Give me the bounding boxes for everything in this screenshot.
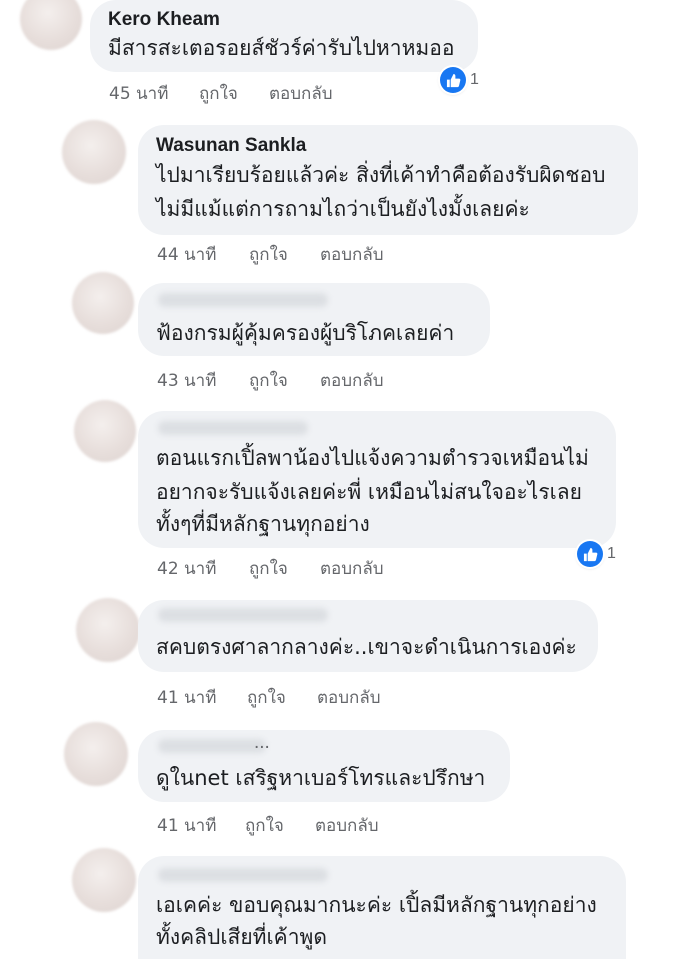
like-button[interactable]: ถูกใจ [249, 241, 288, 268]
avatar[interactable] [64, 722, 128, 786]
comment-author[interactable] [158, 868, 328, 882]
comment-author[interactable]: Wasunan Sankla [156, 135, 306, 157]
reaction-badge[interactable]: 1 [440, 66, 479, 94]
comment-text-line: มีสารสะเตอรอยส์ชัวร์ค่ารับไปหาหมออ [108, 36, 455, 60]
comment-text-line: ทั้งคลิปเสียที่เค้าพูด [156, 925, 327, 949]
comment-bubble: ฟ้องกรมผู้คุ้มครองผู้บริโภคเลยค่า [138, 283, 490, 356]
like-button[interactable]: ถูกใจ [245, 812, 284, 839]
comment-time[interactable]: 41 นาที [157, 684, 216, 711]
reaction-badge[interactable]: 1 [577, 540, 616, 568]
avatar[interactable] [62, 120, 126, 184]
comment-bubble: ... ดูในnet เสริฐหาเบอร์โทรและปรึกษา [138, 730, 510, 802]
like-button[interactable]: ถูกใจ [249, 555, 288, 582]
comment-bubble: ตอนแรกเปิ้ลพาน้องไปแจ้งความตำรวจเหมือนไม… [138, 411, 616, 548]
reply-button[interactable]: ตอบกลับ [320, 555, 384, 582]
like-button[interactable]: ถูกใจ [199, 80, 238, 107]
comment-time[interactable]: 41 นาที [157, 812, 216, 839]
reaction-count: 1 [470, 71, 479, 88]
like-icon [440, 67, 466, 93]
comment-text-line: ทั้งๆที่มีหลักฐานทุกอย่าง [156, 512, 370, 536]
comment-bubble: Kero Kheam มีสารสะเตอรอยส์ชัวร์ค่ารับไปห… [90, 0, 478, 72]
avatar[interactable] [20, 0, 82, 50]
comment-author[interactable] [158, 293, 328, 307]
avatar[interactable] [72, 848, 136, 912]
comment-time[interactable]: 43 นาที [157, 367, 216, 394]
like-button[interactable]: ถูกใจ [247, 684, 286, 711]
avatar[interactable] [72, 272, 134, 334]
reply-button[interactable]: ตอบกลับ [320, 241, 384, 268]
comment-text-line: ดูในnet เสริฐหาเบอร์โทรและปรึกษา [156, 766, 486, 790]
reply-button[interactable]: ตอบกลับ [269, 80, 333, 107]
comment-bubble: สคบตรงศาลากลางค่ะ..เขาจะดำเนินการเองค่ะ [138, 600, 598, 672]
comment-text-line: ไปมาเรียบร้อยแล้วค่ะ สิ่งที่เค้าทำคือต้อ… [156, 163, 606, 187]
reply-button[interactable]: ตอบกลับ [315, 812, 379, 839]
avatar[interactable] [76, 598, 140, 662]
comment-author[interactable]: ... [254, 732, 270, 754]
comment-author-blur [158, 739, 266, 753]
comment-time[interactable]: 45 นาที [109, 80, 168, 107]
reply-button[interactable]: ตอบกลับ [320, 367, 384, 394]
comment-author[interactable] [158, 608, 328, 622]
avatar[interactable] [74, 400, 136, 462]
comment-time[interactable]: 42 นาที [157, 555, 216, 582]
like-icon [577, 541, 603, 567]
comment-bubble: Wasunan Sankla ไปมาเรียบร้อยแล้วค่ะ สิ่ง… [138, 125, 638, 235]
comment-text-line: ไม่มีแม้แต่การถามไถว่าเป็นยังไงมั้งเลยค่… [156, 197, 530, 221]
like-button[interactable]: ถูกใจ [249, 367, 288, 394]
comment-text-line: ตอนแรกเปิ้ลพาน้องไปแจ้งความตำรวจเหมือนไม… [156, 446, 589, 470]
reply-button[interactable]: ตอบกลับ [317, 684, 381, 711]
comment-author[interactable]: Kero Kheam [108, 9, 220, 31]
comment-bubble: เอเคค่ะ ขอบคุณมากนะค่ะ เปิ้ลมีหลักฐานทุก… [138, 856, 626, 959]
reaction-count: 1 [607, 545, 616, 562]
comment-author[interactable] [158, 421, 308, 435]
comment-text-line: ฟ้องกรมผู้คุ้มครองผู้บริโภคเลยค่า [156, 321, 455, 345]
comment-time[interactable]: 44 นาที [157, 241, 216, 268]
comment-text-line: สคบตรงศาลากลางค่ะ..เขาจะดำเนินการเองค่ะ [156, 635, 577, 659]
